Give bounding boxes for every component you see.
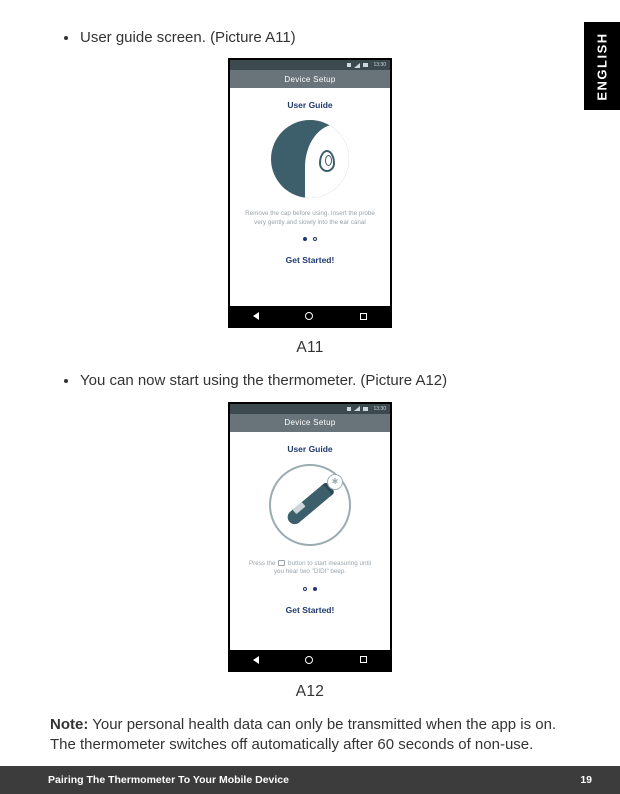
phone-mockup: 13:30 Device Setup User Guide ✱ Press th… [228,402,392,672]
bullet-item: You can now start using the thermometer.… [48,371,572,391]
dot-inactive [303,587,307,591]
instruction-post: button to start measuring until you hear… [274,560,371,576]
note-paragraph: Note: Your personal health data can only… [48,715,572,756]
instruction-text: Press the button to start measuring unti… [240,560,380,577]
footer-section-title: Pairing The Thermometer To Your Mobile D… [48,774,289,786]
home-icon[interactable] [305,656,313,664]
status-time: 13:30 [373,406,386,412]
app-bar-title: Device Setup [284,418,335,427]
app-bar-title: Device Setup [284,75,335,84]
dot-active [303,237,307,241]
bullet-text: User guide screen. (Picture A11) [80,28,296,48]
ear-illustration [271,120,349,198]
page-content: User guide screen. (Picture A11) 13:30 D… [0,0,620,756]
spark-icon: ✱ [327,474,343,490]
app-bar: Device Setup [230,414,390,432]
back-icon[interactable] [253,656,259,664]
language-tab: ENGLISH [584,22,620,110]
screen-body: User Guide ✱ Press the button to start m… [230,432,390,654]
figure-label: A12 [48,683,572,701]
instruction-text: Remove the cap before using. Insert the … [240,210,380,227]
bullet-text: You can now start using the thermometer.… [80,371,447,391]
phone-mockup: 13:30 Device Setup User Guide Remove the… [228,58,392,328]
screen-title: User Guide [240,444,380,454]
button-inline-icon [278,560,285,566]
page-indicator [240,237,380,241]
figure-a11: 13:30 Device Setup User Guide Remove the… [48,58,572,357]
thermometer-illustration: ✱ [269,464,351,546]
get-started-button[interactable]: Get Started! [240,605,380,615]
figure-a12: 13:30 Device Setup User Guide ✱ Press th… [48,402,572,701]
battery-icon [363,63,368,67]
signal-icon [354,406,360,411]
figure-label: A11 [48,339,572,357]
footer-page-number: 19 [580,774,592,786]
home-icon[interactable] [305,312,313,320]
bullet-dot-icon [64,379,68,383]
app-bar: Device Setup [230,70,390,88]
signal-icon [354,63,360,68]
note-label: Note: [50,716,88,733]
recent-icon[interactable] [360,656,367,663]
page-footer: Pairing The Thermometer To Your Mobile D… [0,766,620,794]
note-text: Your personal health data can only be tr… [50,716,556,754]
dot-inactive [313,237,317,241]
android-nav-bar [230,650,390,670]
recent-icon[interactable] [360,313,367,320]
status-time: 13:30 [373,62,386,68]
instruction-pre: Press the [249,560,277,567]
language-label: ENGLISH [595,32,610,100]
screen-body: User Guide Remove the cap before using. … [230,88,390,310]
screen-title: User Guide [240,100,380,110]
get-started-button[interactable]: Get Started! [240,255,380,265]
android-nav-bar [230,306,390,326]
battery-icon [363,407,368,411]
status-icon [347,407,351,411]
bullet-dot-icon [64,36,68,40]
page-indicator [240,587,380,591]
status-icon [347,63,351,67]
bullet-item: User guide screen. (Picture A11) [48,28,572,48]
dot-active [313,587,317,591]
status-bar: 13:30 [230,60,390,70]
back-icon[interactable] [253,312,259,320]
status-bar: 13:30 [230,404,390,414]
